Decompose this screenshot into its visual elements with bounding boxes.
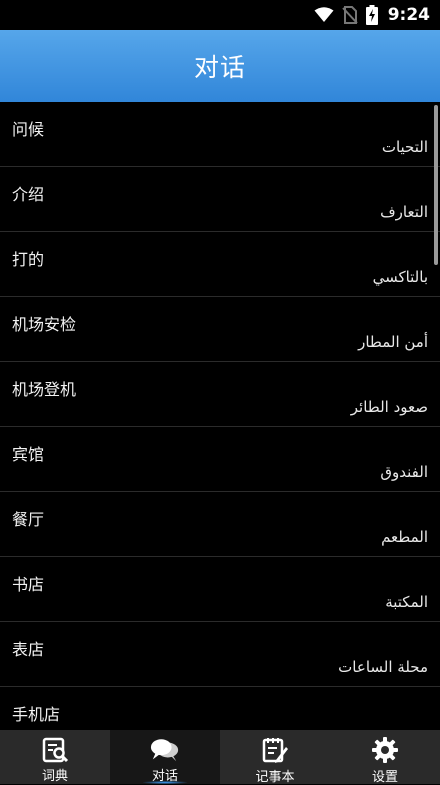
app-header: 对话 (0, 30, 440, 102)
tab-notepad[interactable]: 记事本 (220, 730, 330, 785)
list-scrollbar[interactable] (434, 105, 438, 265)
notepad-icon (260, 736, 290, 764)
list-item-phone-store[interactable]: 手机店 (0, 687, 440, 730)
tab-dictionary[interactable]: 词典 (0, 730, 110, 784)
tab-label: 对话 (151, 769, 178, 784)
dictionary-icon (40, 736, 70, 763)
list-item-hotel[interactable]: 宾馆 الفندوق (0, 427, 440, 492)
bottom-tab-bar: 词典 对话 记事本 设置 (0, 730, 440, 785)
item-chinese-label: 介绍 (12, 185, 45, 204)
item-arabic-label: التعارف (380, 203, 428, 221)
tab-settings[interactable]: 设置 (330, 730, 440, 785)
item-arabic-label: التحيات (381, 138, 428, 156)
item-chinese-label: 书店 (12, 575, 45, 594)
item-chinese-label: 打的 (12, 250, 45, 269)
item-chinese-label: 机场登机 (12, 380, 77, 399)
page-title: 对话 (193, 53, 246, 82)
item-chinese-label: 机场安检 (12, 315, 77, 334)
battery-charging-icon (365, 5, 378, 25)
item-chinese-label: 手机店 (12, 705, 61, 724)
item-chinese-label: 餐厅 (12, 510, 45, 529)
tab-label: 记事本 (255, 770, 295, 785)
item-arabic-label: المطعم (381, 528, 428, 546)
item-arabic-label: المكتبة (385, 593, 428, 611)
list-item-restaurant[interactable]: 餐厅 المطعم (0, 492, 440, 557)
item-arabic-label: بالتاكسي (372, 268, 428, 286)
conversation-topic-list[interactable]: 问候 التحيات 介绍 التعارف 打的 بالتاكسي 机场安检 أ… (0, 102, 440, 730)
list-item-airport-boarding[interactable]: 机场登机 صعود الطائر (0, 362, 440, 427)
no-sim-icon (341, 6, 358, 24)
tab-conversation[interactable]: 对话 (110, 730, 220, 784)
status-time: 9:24 (387, 5, 430, 25)
tab-label: 设置 (371, 770, 398, 785)
item-chinese-label: 表店 (12, 640, 45, 659)
list-item-airport-security[interactable]: 机场安检 أمن المطار (0, 297, 440, 362)
wifi-icon (314, 7, 334, 23)
item-arabic-label: صعود الطائر (350, 398, 428, 416)
list-item-bookstore[interactable]: 书店 المكتبة (0, 557, 440, 622)
list-item-watch-store[interactable]: 表店 محلة الساعات (0, 622, 440, 687)
list-item-taxi[interactable]: 打的 بالتاكسي (0, 232, 440, 297)
list-item-introduction[interactable]: 介绍 التعارف (0, 167, 440, 232)
gear-icon (370, 736, 400, 764)
item-arabic-label: أمن المطار (358, 333, 428, 351)
item-chinese-label: 宾馆 (12, 445, 45, 464)
item-arabic-label: محلة الساعات (338, 658, 428, 676)
status-bar: 9:24 (0, 0, 440, 30)
tab-label: 词典 (41, 769, 68, 784)
list-item-greetings[interactable]: 问候 التحيات (0, 102, 440, 167)
item-chinese-label: 问候 (12, 120, 45, 139)
item-arabic-label: الفندوق (380, 463, 428, 481)
chat-bubbles-icon (150, 736, 180, 763)
